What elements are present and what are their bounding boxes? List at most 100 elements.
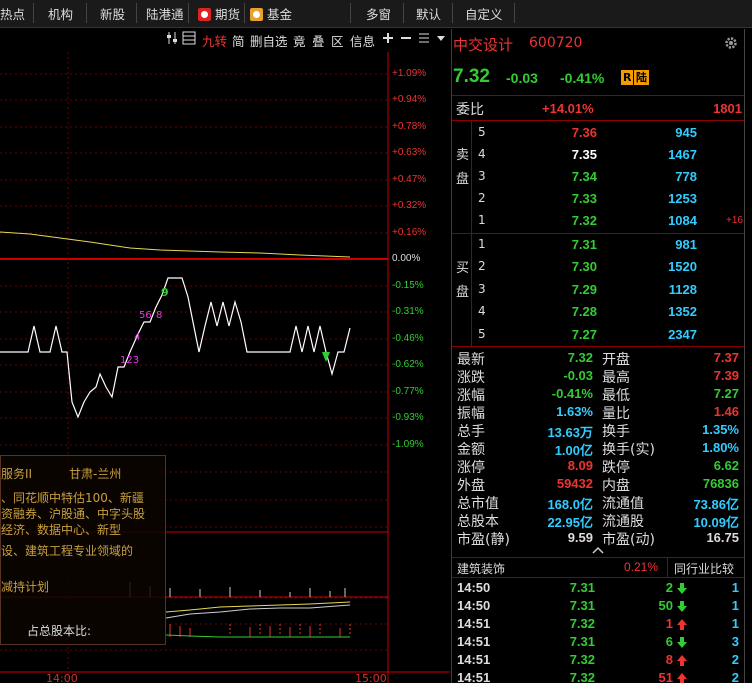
- buy-row-5[interactable]: 5 7.27 2347: [452, 324, 745, 346]
- menu-separator: [452, 3, 453, 23]
- tick-volume: 50: [658, 598, 673, 613]
- quote-value: 7.39: [713, 368, 739, 383]
- quote-row: 总股本 22.95亿 流通股 10.09亿: [452, 511, 745, 530]
- quote-value: 1.80%: [702, 440, 739, 455]
- tool-delete-watchlist[interactable]: 删自选: [250, 31, 288, 50]
- price-line: [0, 277, 351, 419]
- minus-icon[interactable]: [400, 31, 412, 48]
- tool-overlay[interactable]: 叠: [312, 31, 325, 50]
- buy-row-3[interactable]: 3 7.29 1128: [452, 279, 745, 301]
- buy-level: 4: [478, 304, 486, 318]
- menu-new-stock[interactable]: 新股: [100, 4, 125, 23]
- menu-default[interactable]: 默认: [416, 4, 441, 23]
- sell-row-5[interactable]: 5 7.36 945: [452, 122, 745, 144]
- quote-label: 量比: [602, 406, 630, 422]
- industry-compare-tab[interactable]: 同行业比较: [667, 557, 745, 577]
- menu-fund-label: 基金: [267, 7, 293, 22]
- quote-label: 金额: [457, 442, 485, 458]
- tick-count: 1: [731, 580, 739, 595]
- tool-auction[interactable]: 竟: [293, 31, 306, 50]
- pct-label: -0.46%: [392, 333, 424, 344]
- menu-lines-icon[interactable]: [418, 31, 430, 48]
- quote-value: 59432: [556, 476, 593, 491]
- quote-panel: 中交设计 600720 7.32 -0.03 -0.41% R 陆 委比 +14…: [451, 29, 745, 683]
- tick-time: 14:51: [457, 652, 491, 667]
- sell-price: 7.33: [571, 191, 597, 206]
- stock-info-popup[interactable]: 服务II 甘肃-兰州 、同花顺中特估100、新疆 资融券、沪股通、中字头股 经济…: [0, 455, 166, 645]
- quote-label: 总手: [457, 424, 485, 440]
- pct-label: -1.09%: [392, 439, 424, 450]
- arrow-down-icon: [677, 637, 687, 648]
- menu-futures[interactable]: 期货: [198, 4, 240, 23]
- buy-price: 7.29: [571, 282, 597, 297]
- sell-volume: 1253: [668, 191, 697, 206]
- quote-value: 7.27: [713, 386, 739, 401]
- tool-jiuzhuan[interactable]: 九转: [202, 31, 227, 50]
- quote-label: 内盘: [602, 478, 630, 494]
- marker-56: 56: [139, 310, 152, 321]
- buy-row-1[interactable]: 1 7.31 981: [452, 234, 745, 256]
- marker-123: 123: [120, 355, 140, 366]
- tool-range[interactable]: 区: [331, 31, 344, 50]
- quote-row: 涨跌 -0.03 最高 7.39: [452, 367, 745, 386]
- buy-level: 5: [478, 327, 486, 341]
- menu-hk-connect[interactable]: 陆港通: [146, 4, 184, 23]
- average-price-line: [0, 231, 351, 258]
- industry-compare-label: 同行业比较: [674, 562, 735, 576]
- draw-tool-icon[interactable]: [182, 31, 196, 48]
- weibi-diff: 1801: [713, 101, 742, 116]
- tick-price: 7.32: [569, 670, 595, 683]
- menu-custom[interactable]: 自定义: [465, 4, 503, 23]
- menu-separator: [86, 3, 87, 23]
- buy-price: 7.28: [571, 304, 597, 319]
- buy-level: 1: [478, 237, 486, 251]
- quote-label: 最低: [602, 388, 630, 404]
- buy-row-4[interactable]: 4 7.28 1352: [452, 301, 745, 323]
- tick-row: 14:51 7.32 8 2: [452, 651, 745, 669]
- tick-time: 14:50: [457, 580, 491, 595]
- dropdown-icon[interactable]: [436, 31, 446, 48]
- sell-row-3[interactable]: 3 7.34 778: [452, 166, 745, 188]
- quote-value: 76836: [702, 476, 739, 491]
- arrow-up-icon: [677, 673, 687, 683]
- tool-info[interactable]: 信息: [350, 31, 375, 50]
- menu-separator: [244, 3, 245, 23]
- menu-fund[interactable]: 基金: [250, 4, 292, 23]
- sell-row-4[interactable]: 4 7.35 1467: [452, 144, 745, 166]
- menu-separator: [350, 3, 351, 23]
- divider: [452, 346, 745, 347]
- tick-count: 2: [731, 652, 739, 667]
- info-concept-line: 经济、数据中心、新型: [1, 523, 122, 537]
- menu-institution[interactable]: 机构: [48, 4, 73, 23]
- tick-row: 14:50 7.31 50 1: [452, 597, 745, 615]
- quote-row: 振幅 1.63% 量比 1.46: [452, 403, 745, 422]
- menu-separator: [33, 3, 34, 23]
- indicator-line-green: [165, 634, 350, 638]
- marker-4: 4: [134, 332, 141, 343]
- buy-volume: 1520: [668, 259, 697, 274]
- sell-row-1[interactable]: 1 7.32 1084 +16: [452, 210, 745, 232]
- sell-row-2[interactable]: 2 7.33 1253: [452, 188, 745, 210]
- quote-value: 1.46: [713, 404, 739, 419]
- tick-time: 14:51: [457, 634, 491, 649]
- plus-icon[interactable]: [382, 31, 394, 48]
- buy-row-2[interactable]: 2 7.30 1520: [452, 256, 745, 278]
- quote-row: 金额 1.00亿 换手(实) 1.80%: [452, 439, 745, 458]
- tick-price: 7.31: [569, 580, 595, 595]
- quote-label: 涨跌: [457, 370, 485, 386]
- sell-volume: 778: [675, 169, 697, 184]
- sliders-icon[interactable]: [166, 31, 178, 48]
- pct-label: 0.00%: [392, 253, 421, 264]
- indicator-line-white: [165, 604, 351, 619]
- menu-multi-window[interactable]: 多窗: [366, 4, 391, 23]
- info-region: 甘肃-兰州: [69, 467, 122, 481]
- tick-count: 3: [731, 634, 739, 649]
- info-share-ratio: 占总股本比:: [27, 624, 92, 638]
- quote-value: 1.35%: [702, 422, 739, 437]
- menu-hot[interactable]: 热点: [0, 4, 25, 23]
- buy-volume: 981: [675, 237, 697, 252]
- tool-simple[interactable]: 简: [232, 31, 245, 50]
- industry-name[interactable]: 建筑装饰: [457, 560, 505, 577]
- gear-icon[interactable]: [724, 36, 738, 54]
- buy-price: 7.30: [571, 259, 597, 274]
